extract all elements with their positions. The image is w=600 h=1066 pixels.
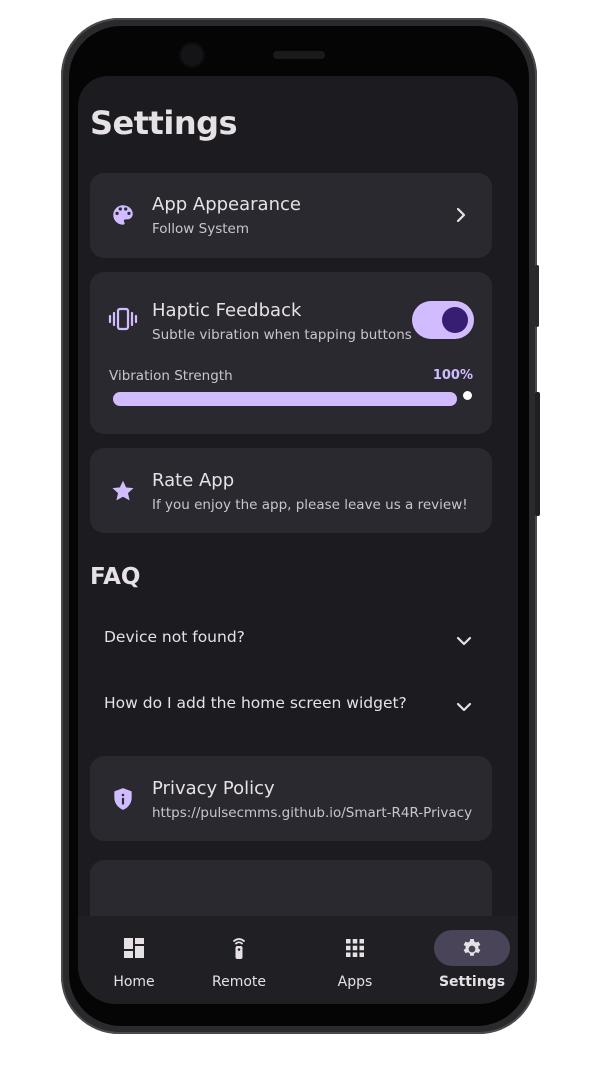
vibration-strength-value: 100% (432, 368, 473, 383)
vibration-icon (108, 306, 138, 332)
chevron-down-icon (456, 632, 472, 646)
rate-app-card[interactable]: Rate App If you enjoy the app, please le… (90, 448, 492, 533)
faq-section-title: FAQ (90, 564, 141, 590)
vibration-strength-slider[interactable] (113, 392, 457, 406)
vibration-strength-label: Vibration Strength (109, 368, 233, 384)
chevron-down-icon (456, 698, 472, 712)
rate-app-subtitle: If you enjoy the app, please leave us a … (152, 497, 468, 513)
haptic-feedback-card: Haptic Feedback Subtle vibration when ta… (90, 272, 492, 434)
remote-icon (227, 936, 251, 960)
faq-item[interactable]: How do I add the home screen widget? (90, 680, 492, 728)
rate-app-title: Rate App (152, 470, 235, 491)
dashboard-icon (122, 936, 146, 960)
nav-item-remote[interactable]: Remote (189, 916, 289, 1004)
screen: Settings App Appearance Follow System Ha… (78, 76, 518, 1004)
apps-grid-icon (343, 936, 367, 960)
faq-item[interactable]: Device not found? (90, 614, 492, 662)
privacy-policy-url: https://pulsecmms.github.io/Smart-R4R-Pr… (152, 805, 473, 821)
palette-icon (110, 202, 136, 228)
front-camera (181, 44, 203, 66)
nav-item-home[interactable]: Home (84, 916, 184, 1004)
privacy-policy-card[interactable]: Privacy Policy https://pulsecmms.github.… (90, 756, 492, 841)
app-appearance-title: App Appearance (152, 194, 301, 215)
shield-icon (110, 786, 136, 812)
page-title: Settings (90, 104, 238, 142)
star-icon (110, 478, 136, 504)
haptic-feedback-title: Haptic Feedback (152, 300, 302, 321)
faq-question: How do I add the home screen widget? (104, 694, 407, 712)
nav-label: Remote (211, 974, 267, 990)
privacy-policy-title: Privacy Policy (152, 778, 275, 799)
nav-label: Home (113, 974, 155, 990)
earpiece-speaker (273, 51, 325, 59)
nav-label: Apps (337, 974, 373, 990)
app-appearance-card[interactable]: App Appearance Follow System (90, 173, 492, 258)
haptic-feedback-toggle[interactable] (412, 301, 474, 339)
partial-card[interactable] (90, 860, 492, 916)
gear-icon (460, 936, 484, 960)
nav-label: Settings (438, 974, 506, 990)
nav-item-apps[interactable]: Apps (305, 916, 405, 1004)
faq-question: Device not found? (104, 628, 245, 646)
chevron-right-icon (454, 207, 468, 223)
power-button (535, 392, 540, 516)
bottom-navigation: Home Remote Apps Settings (78, 916, 518, 1004)
nav-item-settings[interactable]: Settings (422, 916, 518, 1004)
haptic-feedback-subtitle: Subtle vibration when tapping buttons (152, 327, 412, 343)
toggle-knob (442, 307, 468, 333)
volume-button (535, 265, 539, 327)
app-appearance-subtitle: Follow System (152, 221, 249, 237)
slider-end-dot (463, 391, 472, 400)
